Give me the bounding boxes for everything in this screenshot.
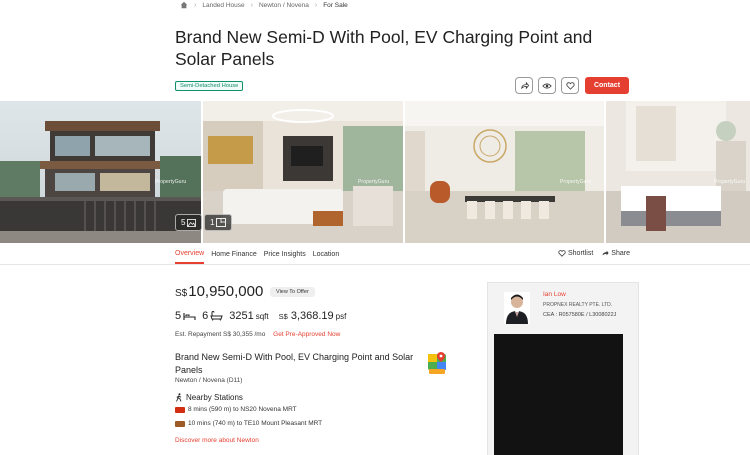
home-icon[interactable] <box>180 1 188 9</box>
station-row: 10 mins (740 m) to TE10 Mount Pleasant M… <box>175 420 322 427</box>
watermark: PropertyGuru <box>560 179 592 185</box>
mrt-line-swatch <box>175 406 185 413</box>
chevron-right-icon: › <box>194 1 197 9</box>
section-tabs: Overview Home Finance Price Insights Loc… <box>175 245 339 264</box>
photo-count-button[interactable]: 5 <box>175 214 203 231</box>
divider <box>0 264 750 265</box>
property-type-badge: Semi-Detached House <box>175 81 244 91</box>
nearby-stations-title: Nearby Stations <box>175 393 243 402</box>
walking-icon <box>176 393 182 402</box>
view-to-offer-button[interactable]: View To Offer <box>270 287 315 297</box>
tab-price-insights[interactable]: Price Insights <box>264 245 306 264</box>
photo-count: 5 <box>181 218 186 227</box>
images-icon <box>187 218 197 227</box>
photo-gallery[interactable]: PropertyGuru PropertyGuru PropertyGuru P… <box>0 101 750 243</box>
price-value: 10,950,000 <box>188 283 264 300</box>
eye-icon <box>542 83 552 88</box>
repayment-estimate: Est. Repayment S$ 30,355 /mo <box>175 331 266 338</box>
tab-overview[interactable]: Overview <box>175 245 205 264</box>
agent-name[interactable]: Ian Low <box>543 291 566 298</box>
nearby-title-text: Nearby Stations <box>186 393 243 402</box>
floorplan-count-button[interactable]: 1 <box>204 214 233 231</box>
listing-district: Newton / Novena (D11) <box>175 377 243 384</box>
shortlist-button[interactable]: Shortlist <box>558 250 593 257</box>
listing-specs: 5 6 3251 sqft S$ 3,368.19 psf <box>175 310 346 322</box>
gallery-photo-dining[interactable]: PropertyGuru <box>405 101 604 243</box>
tab-home-finance[interactable]: Home Finance <box>211 245 257 264</box>
gallery-photo-exterior[interactable]: PropertyGuru <box>0 101 201 243</box>
agent-contact-panel <box>494 334 623 455</box>
tab-location[interactable]: Location <box>313 245 339 264</box>
chevron-right-icon: › <box>250 1 253 9</box>
gallery-photo-living[interactable]: PropertyGuru <box>203 101 403 243</box>
pre-approved-link[interactable]: Get Pre-Approved Now <box>273 331 340 338</box>
area-value: 3251 <box>229 310 254 322</box>
chevron-right-icon: › <box>314 1 318 9</box>
bed-icon <box>183 312 196 320</box>
listing-actions: Shortlist Share <box>558 249 630 257</box>
agent-agency: PROPNEX REALTY PTE. LTD. <box>543 302 613 308</box>
favorite-button[interactable] <box>561 77 579 94</box>
breadcrumb-current: For Sale <box>323 1 348 9</box>
watermark: PropertyGuru <box>358 179 390 185</box>
share-button[interactable] <box>515 77 533 94</box>
floorplan-count: 1 <box>210 218 215 227</box>
bath-icon <box>210 311 223 321</box>
map-icon[interactable] <box>427 351 449 380</box>
breadcrumb-item[interactable]: Newton / Novena <box>259 2 309 9</box>
share-icon <box>602 250 609 256</box>
baths-count: 6 <box>202 310 209 322</box>
heart-icon <box>558 249 566 257</box>
psf-unit: psf <box>335 311 347 321</box>
breadcrumb-item[interactable]: Landed House <box>202 2 244 9</box>
repayment-row: Est. Repayment S$ 30,355 /mo Get Pre-App… <box>175 331 340 338</box>
view-button[interactable] <box>538 77 556 94</box>
psf-value: 3,368.19 <box>290 310 334 322</box>
breadcrumb: › Landed House › Newton / Novena › For S… <box>180 0 348 10</box>
price-currency: S$ <box>175 288 188 299</box>
agent-cea: CEA : R057580E / L3008022J <box>543 312 617 318</box>
page-title: Brand New Semi-D With Pool, EV Charging … <box>175 27 593 69</box>
share-icon <box>520 81 529 90</box>
station-text: 8 mins (590 m) to NS20 Novena MRT <box>188 406 297 413</box>
watermark: PropertyGuru <box>714 179 746 185</box>
share-label: Share <box>611 249 630 257</box>
discover-link[interactable]: Discover more about Newton <box>175 437 259 444</box>
listing-subtitle: Brand New Semi-D With Pool, EV Charging … <box>175 352 414 375</box>
station-text: 10 mins (740 m) to TE10 Mount Pleasant M… <box>188 420 323 427</box>
avatar[interactable] <box>504 292 530 324</box>
floorplan-icon <box>216 218 227 227</box>
share-link-button[interactable]: Share <box>601 249 630 257</box>
beds-count: 5 <box>175 310 182 322</box>
listing-price: S$10,950,000 <box>175 283 263 300</box>
shortlist-label: Shortlist <box>568 249 594 257</box>
watermark: PropertyGuru <box>155 179 187 185</box>
mrt-line-swatch <box>175 420 185 427</box>
heart-icon <box>565 81 575 90</box>
contact-button[interactable]: Contact <box>585 77 629 94</box>
gallery-photo-bedroom[interactable]: PropertyGuru <box>606 101 750 243</box>
area-unit: sqft <box>255 311 269 321</box>
station-row: 8 mins (590 m) to NS20 Novena MRT <box>175 406 297 413</box>
psf-currency: S$ <box>278 311 288 321</box>
